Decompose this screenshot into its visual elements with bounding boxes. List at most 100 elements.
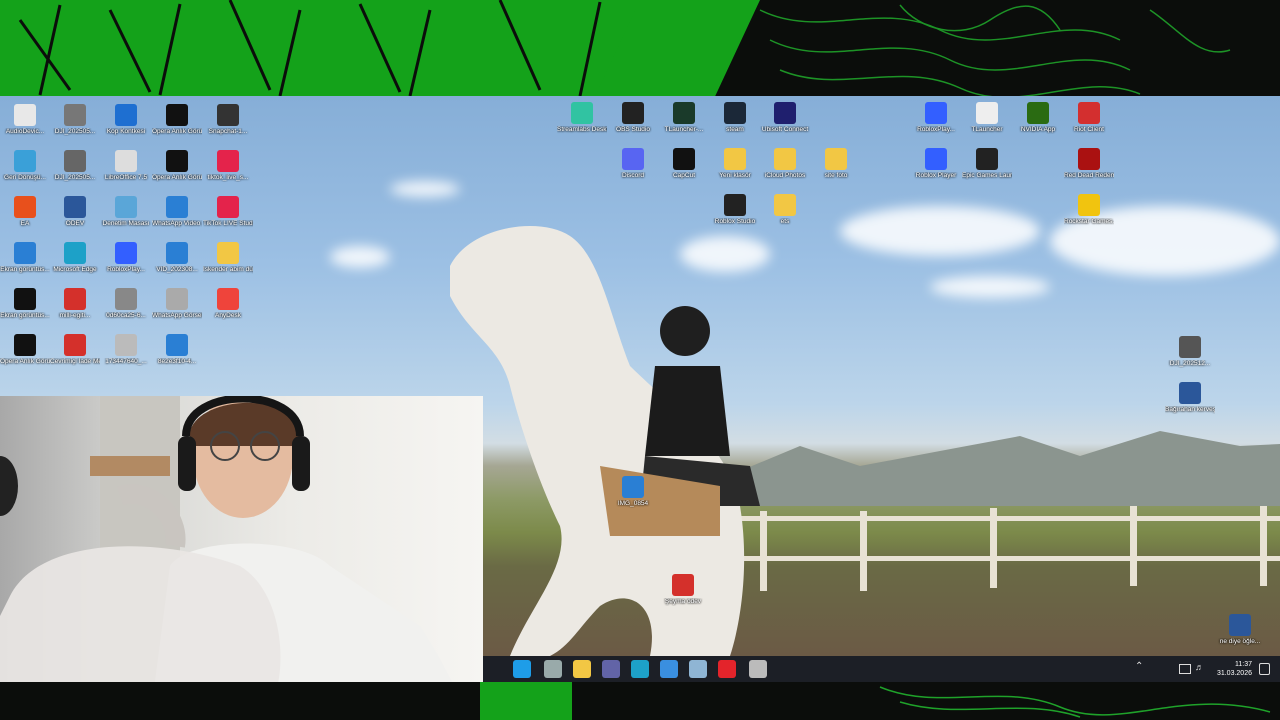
volume-icon[interactable]: ♬ [1195, 662, 1204, 672]
desktop-shortcut-label: DJI_202505... [54, 174, 96, 181]
desktop-shortcut[interactable]: LibreOffice 7.5 [101, 148, 151, 194]
roblox-icon [115, 242, 137, 264]
desktop-shortcut-label: Denetim Masası [102, 220, 150, 227]
desktop-shortcut[interactable]: tiktok_live_s... [203, 148, 253, 194]
desktop-shortcut-label: TLauncher-... [664, 126, 704, 133]
desktop-shortcut[interactable]: EA [0, 194, 50, 240]
steam-icon[interactable] [689, 660, 707, 678]
screenshot-icon [166, 150, 188, 172]
desktop-shortcut[interactable]: TLauncher [962, 100, 1012, 146]
desktop-shortcut[interactable]: Roblox Player [911, 146, 961, 192]
desktop-shortcut-label: Opera Anlık Görüntü_2... [152, 128, 202, 135]
system-clock[interactable]: 11:37 31.03.2026 [1217, 660, 1252, 678]
desktop-shortcut-label: Opera Anlık Görüntü_2... [152, 174, 202, 181]
desktop-shortcut[interactable]: WhatsApp Video 2024-... [152, 194, 202, 240]
desktop-shortcut[interactable]: AnyDesk [203, 286, 253, 332]
teams-icon[interactable] [602, 660, 620, 678]
desktop-shortcut[interactable]: Opera Anlık Görüntü_2... [152, 102, 202, 148]
desktop-shortcut[interactable]: TikTok LIVE Studio [203, 194, 253, 240]
desktop-shortcut[interactable]: steam [710, 100, 760, 146]
desktop-shortcut[interactable]: Bağırahan kerveş Te... [1165, 380, 1215, 426]
desktop-shortcut[interactable]: ets [760, 192, 810, 238]
banner-artwork [18, 0, 1231, 96]
notifications-icon[interactable] [1259, 663, 1270, 675]
desktop-shortcut[interactable]: Riot Client [1064, 100, 1114, 146]
desktop-shortcut[interactable]: NVIDIA App [1013, 100, 1063, 146]
desktop-shortcut-label: NVIDIA App [1020, 126, 1056, 133]
app-icon [115, 104, 137, 126]
image-thumbnail-icon [115, 334, 137, 356]
desktop-shortcut[interactable]: Opera Anlık Görüntü_2... [152, 148, 202, 194]
webcam-overlay [0, 396, 483, 720]
desktop-shortcut[interactable]: Ubisoft Connect [760, 100, 810, 146]
image-file-icon [622, 476, 644, 498]
edge-icon[interactable] [631, 660, 649, 678]
record-icon[interactable] [749, 660, 767, 678]
desktop-shortcut-label: LibreOffice 7.5 [104, 174, 148, 181]
desktop-shortcut[interactable]: Snapchat-1... [203, 102, 253, 148]
desktop-shortcut[interactable]: İskender abim düğ... [203, 240, 253, 286]
desktop-shortcut[interactable]: Ekran görüntüs... [0, 240, 50, 286]
desktop-shortcut[interactable]: 8e2e3f10-4... [152, 332, 202, 378]
desktop-shortcut[interactable]: 173447640_... [101, 332, 151, 378]
desktop-shortcut[interactable]: Rockstar Games... [1064, 192, 1114, 238]
desktop-shortcut[interactable]: CapCut [659, 146, 709, 192]
opera-icon[interactable] [718, 660, 736, 678]
desktop-shortcut-label: 173447640_... [105, 358, 147, 365]
desktop-shortcut[interactable]: DJI_202505... [50, 102, 100, 148]
desktop-shortcut-label: DJI_202505... [54, 128, 96, 135]
file-explorer-icon[interactable] [573, 660, 591, 678]
image-thumbnail-icon [217, 104, 239, 126]
desktop-shortcut[interactable]: Roblox Studio [710, 192, 760, 238]
start-button-icon[interactable] [513, 660, 531, 678]
desktop-shortcut[interactable]: OBS Studio [608, 100, 658, 146]
desktop-shortcut-label: RobloxPlay... [107, 266, 145, 273]
desktop-shortcut[interactable]: RobloxPlay... [101, 240, 151, 286]
desktop-shortcut[interactable]: TLauncher-... [659, 100, 709, 146]
cloud [930, 276, 1050, 298]
desktop-shortcut[interactable]: VID_202308... [152, 240, 202, 286]
desktop-shortcut[interactable]: Microsoft Edge [50, 240, 100, 286]
desktop-shortcut[interactable]: iCloud Photos [760, 146, 810, 192]
desktop-shortcut[interactable]: DJI_202505... [50, 148, 100, 194]
desktop-shortcut-label: Rockstar Games... [1064, 218, 1114, 225]
desktop-shortcut[interactable]: Red Dead Redempti... [1064, 146, 1114, 192]
desktop-shortcut[interactable]: Denetim Masası [101, 194, 151, 240]
steam-icon [724, 102, 746, 124]
network-icon[interactable] [1179, 664, 1191, 674]
word-doc-icon [1179, 382, 1201, 404]
desktop-shortcut-label: AnyDesk [214, 312, 241, 319]
discord-icon [622, 148, 644, 170]
roblox-icon [925, 148, 947, 170]
desktop-shortcut[interactable]: ÖDEV [50, 194, 100, 240]
desktop-shortcut[interactable]: Geri Dönüşü... [0, 148, 50, 194]
clock-time: 11:37 [1235, 661, 1252, 668]
desktop-shortcut[interactable]: Streamlabs Desktop [557, 100, 607, 146]
desktop-shortcut[interactable]: ne diye öğle... [1215, 612, 1265, 656]
desktop-shortcut[interactable]: Cevrimiçi İade Merkezi [50, 332, 100, 378]
desktop-shortcut[interactable]: AudioDevic... [0, 102, 50, 148]
desktop-shortcut[interactable]: Ekran görüntüs... [0, 286, 50, 332]
desktop-shortcut[interactable]: DJI_202512... [1165, 334, 1215, 380]
roblox-icon [925, 102, 947, 124]
desktop-shortcut[interactable]: Discord [608, 146, 658, 192]
desktop-shortcut-label: Epic Games Launcher [962, 172, 1012, 179]
desktop-shortcut[interactable]: Yeni klasör [710, 146, 760, 192]
tray-chevron-icon[interactable]: ⌃ [1135, 661, 1143, 672]
desktop-shortcut[interactable]: site foto [811, 146, 861, 192]
desktop-shortcut[interactable]: Opera Anlık Görüntü_20... [0, 332, 50, 378]
task-view-icon[interactable] [544, 660, 562, 678]
desktop-shortcut[interactable]: Epic Games Launcher [962, 146, 1012, 192]
desktop-shortcut[interactable]: milli-egiti... [50, 286, 100, 332]
desktop-shortcut[interactable]: RobloxPlay... [911, 100, 961, 146]
desktop-shortcut[interactable]: Kop Kontkesi [101, 102, 151, 148]
desktop-shortcut[interactable]: IMG_0854 [608, 474, 658, 520]
pdf-icon [64, 288, 86, 310]
desktop-shortcut[interactable]: Şeyma ödev [658, 572, 708, 618]
folder-icon [774, 194, 796, 216]
desktop-shortcut[interactable]: 0d60ca25-6... [101, 286, 151, 332]
store-icon[interactable] [660, 660, 678, 678]
epic-icon [976, 148, 998, 170]
webcam-person [0, 396, 470, 720]
desktop-shortcut[interactable]: WhatsApp Görsel 2023... [152, 286, 202, 332]
